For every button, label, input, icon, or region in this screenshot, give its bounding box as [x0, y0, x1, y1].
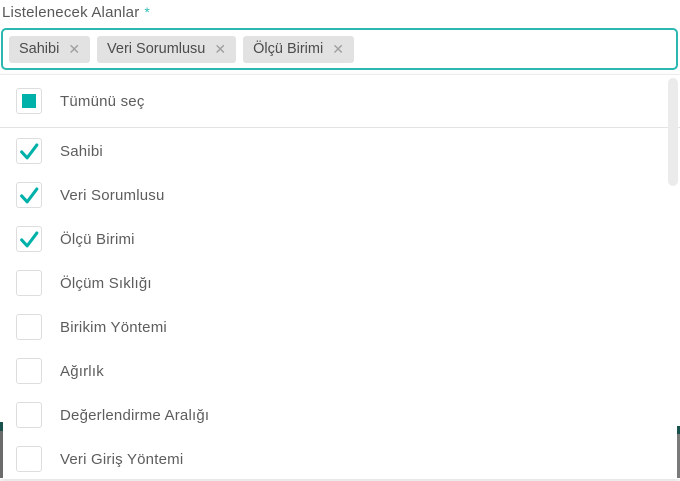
option-checkbox[interactable]	[16, 402, 42, 428]
option-row[interactable]: Ağırlık	[0, 349, 680, 393]
option-label: Veri Giriş Yöntemi	[60, 450, 184, 468]
option-checkbox[interactable]	[16, 314, 42, 340]
checkmark-icon	[20, 187, 39, 204]
option-label: Ölçüm Sıklığı	[60, 274, 152, 292]
option-checkbox[interactable]	[16, 446, 42, 472]
field-label: Listelenecek Alanlar *	[2, 4, 150, 21]
page-edge-left	[0, 422, 3, 478]
option-row[interactable]: Ölçüm Sıklığı	[0, 261, 680, 305]
dropdown-panel: Tümünü seç Sahibi Veri Sorumlusu Ölçü Bi…	[0, 74, 680, 479]
option-row[interactable]: Sahibi	[0, 129, 680, 173]
checkbox-indeterminate-fill-icon	[22, 94, 36, 108]
option-row[interactable]: Ölçü Birimi	[0, 217, 680, 261]
options-list: Sahibi Veri Sorumlusu Ölçü Birimi Ölçüm …	[0, 128, 680, 481]
select-all-label: Tümünü seç	[60, 92, 145, 110]
chip-list: Sahibi ✕ Veri Sorumlusu ✕ Ölçü Birimi ✕	[9, 35, 354, 63]
chip-label: Veri Sorumlusu	[107, 41, 206, 57]
option-checkbox[interactable]	[16, 226, 42, 252]
checkmark-icon	[20, 231, 39, 248]
chip-label: Sahibi	[19, 41, 60, 57]
chip-remove-icon[interactable]: ✕	[214, 42, 226, 56]
field-label-text: Listelenecek Alanlar	[2, 4, 140, 21]
option-row[interactable]: Veri Sorumlusu	[0, 173, 680, 217]
chip-remove-icon[interactable]: ✕	[68, 42, 80, 56]
checkmark-icon	[20, 143, 39, 160]
option-label: Veri Sorumlusu	[60, 186, 165, 204]
option-checkbox[interactable]	[16, 138, 42, 164]
option-row[interactable]: Veri Giriş Yöntemi	[0, 437, 680, 481]
chip[interactable]: Ölçü Birimi ✕	[243, 35, 354, 63]
chip[interactable]: Sahibi ✕	[9, 35, 91, 63]
option-checkbox[interactable]	[16, 358, 42, 384]
select-all-checkbox[interactable]	[16, 88, 42, 114]
select-all-option[interactable]: Tümünü seç	[0, 75, 680, 128]
option-row[interactable]: Birikim Yöntemi	[0, 305, 680, 349]
chip[interactable]: Veri Sorumlusu ✕	[97, 35, 237, 63]
option-label: Sahibi	[60, 142, 103, 160]
option-label: Değerlendirme Aralığı	[60, 406, 210, 424]
chip-label: Ölçü Birimi	[253, 41, 324, 57]
required-asterisk: *	[144, 4, 151, 20]
option-label: Ağırlık	[60, 362, 104, 380]
option-checkbox[interactable]	[16, 270, 42, 296]
multiselect-input[interactable]: Sahibi ✕ Veri Sorumlusu ✕ Ölçü Birimi ✕	[1, 28, 678, 70]
option-label: Birikim Yöntemi	[60, 318, 167, 336]
scrollbar-thumb[interactable]	[668, 78, 678, 186]
chip-remove-icon[interactable]: ✕	[332, 42, 344, 56]
option-row[interactable]: Değerlendirme Aralığı	[0, 393, 680, 437]
option-checkbox[interactable]	[16, 182, 42, 208]
option-label: Ölçü Birimi	[60, 230, 135, 248]
